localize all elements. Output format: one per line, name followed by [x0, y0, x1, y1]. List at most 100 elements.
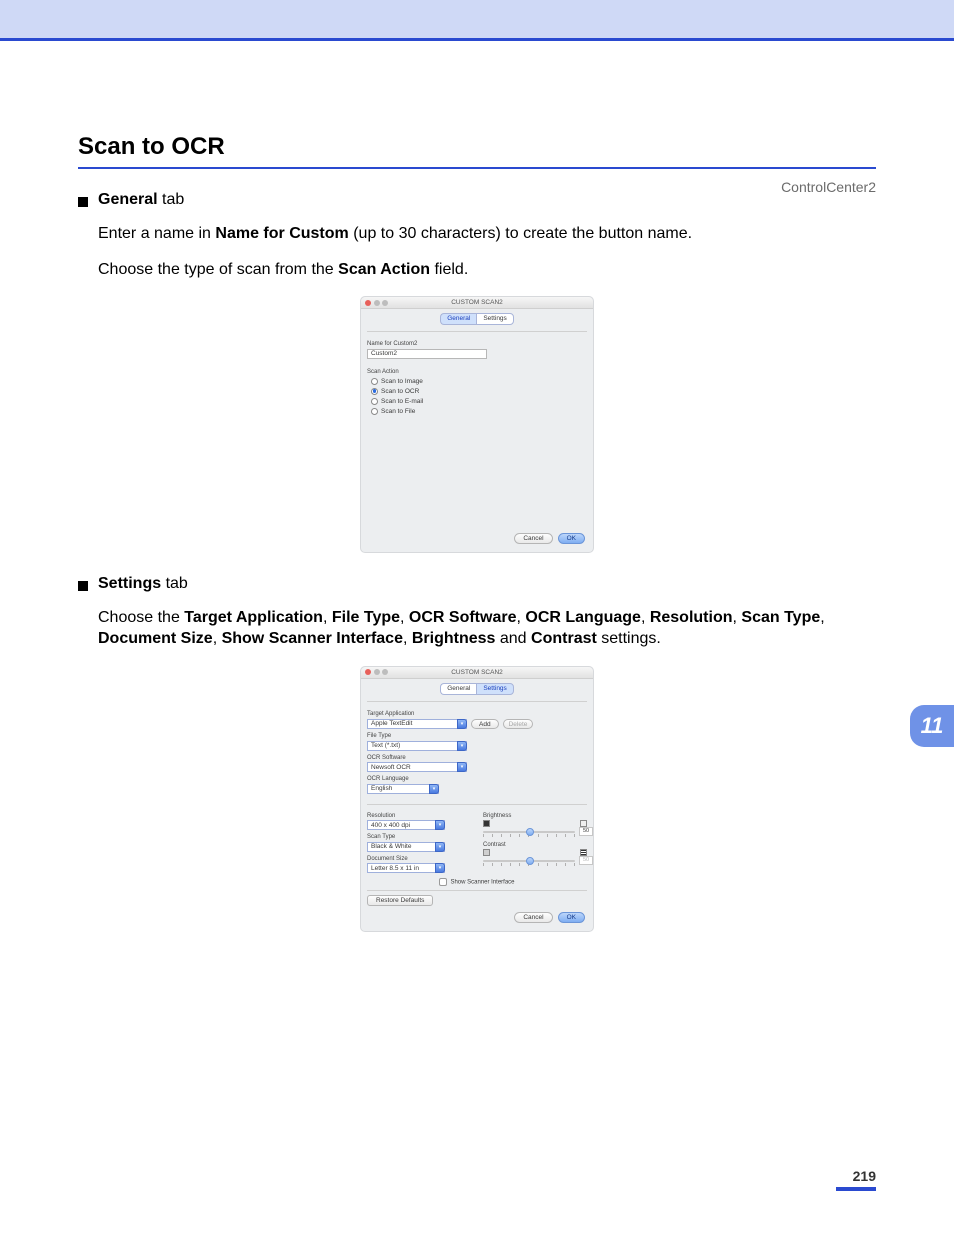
name-for-custom-input[interactable]: Custom2 — [367, 349, 487, 359]
chevron-updown-icon: ▾ — [435, 820, 445, 830]
divider — [367, 890, 587, 891]
contrast-value: 50 — [579, 856, 593, 865]
tab-general[interactable]: General — [440, 683, 476, 695]
bullet-settings-suffix: tab — [161, 575, 188, 592]
show-scanner-row[interactable]: Show Scanner Interface — [367, 878, 587, 886]
ocr-software-select[interactable]: Newsoft OCR▾ — [367, 762, 467, 772]
chapter-side-tab: 11 — [910, 705, 954, 747]
close-icon[interactable] — [365, 669, 371, 675]
t: Choose the — [98, 609, 184, 626]
bullet-general-text: General tab — [98, 191, 184, 209]
resolution-label: Resolution — [367, 813, 471, 819]
section-title-rule — [78, 167, 876, 169]
brightness-low-icon — [483, 820, 490, 827]
restore-defaults-button[interactable]: Restore Defaults — [367, 895, 433, 906]
t: Choose the type of scan from the — [98, 261, 338, 278]
radio-scan-to-ocr[interactable]: Scan to OCR — [371, 388, 587, 395]
section-title: Scan to OCR — [78, 133, 876, 161]
close-icon[interactable] — [365, 300, 371, 306]
chevron-updown-icon: ▾ — [457, 741, 467, 751]
scan-type-select[interactable]: Black & White ▾ — [367, 842, 445, 852]
file-type-select[interactable]: Text (*.txt)▾ — [367, 741, 467, 751]
page-number-bar — [836, 1187, 876, 1191]
square-bullet-icon — [78, 581, 88, 591]
radio-icon — [371, 388, 378, 395]
tab-general[interactable]: General — [440, 313, 476, 325]
t: Scan to File — [381, 408, 415, 415]
t: English — [371, 785, 392, 792]
add-button[interactable]: Add — [471, 719, 499, 729]
target-app-label: Target Application — [367, 711, 587, 717]
dialog2-tabs: General Settings — [361, 683, 593, 695]
scan-type-label: Scan Type — [367, 834, 471, 840]
dialog2-footer: Cancel OK — [369, 912, 585, 923]
dialog2-panel: Target Application Apple TextEdit ▾ Add D… — [367, 701, 587, 907]
header-product: ControlCenter2 — [781, 179, 876, 195]
t: , — [323, 609, 332, 626]
cancel-button[interactable]: Cancel — [514, 533, 552, 544]
tab-settings[interactable]: Settings — [476, 683, 514, 695]
t: , — [400, 609, 409, 626]
ocr-language-select[interactable]: English▾ — [367, 784, 439, 794]
radio-scan-to-image[interactable]: Scan to Image — [371, 378, 587, 385]
bullet-general-bold: General — [98, 191, 158, 208]
top-rule — [0, 38, 954, 41]
contrast-slider[interactable]: 50 — [483, 857, 575, 865]
t: , — [403, 630, 412, 647]
dialog1-footer: Cancel OK — [369, 533, 585, 544]
dialog-settings-screenshot: CUSTOM SCAN2 General Settings Target App… — [360, 666, 594, 933]
bullet-general-suffix: tab — [158, 191, 185, 208]
t: 400 x 400 dpi — [371, 822, 410, 829]
t: Scan to E-mail — [381, 398, 423, 405]
page-number-block: 219 — [836, 1168, 876, 1191]
zoom-icon[interactable] — [382, 669, 388, 675]
t: Black & White — [371, 843, 411, 850]
t: Apple TextEdit — [371, 720, 412, 727]
zoom-icon[interactable] — [382, 300, 388, 306]
delete-button[interactable]: Delete — [503, 719, 534, 729]
name-for-custom-label: Name for Custom2 — [367, 341, 587, 347]
chevron-updown-icon: ▾ — [457, 719, 467, 729]
general-p2: Choose the type of scan from the Scan Ac… — [98, 259, 876, 281]
contrast-low-icon — [483, 849, 490, 856]
dialog1-tabs: General Settings — [361, 313, 593, 325]
t: and — [495, 630, 531, 647]
t: Show Scanner Interface — [222, 630, 403, 647]
brightness-label: Brightness — [483, 813, 587, 819]
brightness-slider[interactable]: 50 — [483, 828, 575, 836]
radio-icon — [371, 398, 378, 405]
show-scanner-label: Show Scanner Interface — [450, 880, 514, 886]
bullet-settings: Settings tab — [78, 575, 876, 593]
t: Resolution — [650, 609, 733, 626]
t: Document Size — [98, 630, 213, 647]
resolution-select[interactable]: 400 x 400 dpi ▾ — [367, 820, 445, 830]
chevron-updown-icon: ▾ — [435, 863, 445, 873]
ok-button[interactable]: OK — [558, 912, 585, 923]
t: (up to 30 characters) to create the butt… — [349, 225, 692, 242]
t: Name for Custom — [215, 225, 348, 242]
general-p1: Enter a name in Name for Custom (up to 3… — [98, 223, 876, 245]
t: field. — [430, 261, 468, 278]
chevron-updown-icon: ▾ — [457, 762, 467, 772]
t: Custom2 — [371, 350, 397, 357]
chevron-updown-icon: ▾ — [435, 842, 445, 852]
radio-icon — [371, 408, 378, 415]
ok-button[interactable]: OK — [558, 533, 585, 544]
radio-scan-to-email[interactable]: Scan to E-mail — [371, 398, 587, 405]
t: Target Application — [184, 609, 323, 626]
tab-settings[interactable]: Settings — [476, 313, 514, 325]
settings-p: Choose the Target Application, File Type… — [98, 607, 876, 650]
page-body: ControlCenter2 Scan to OCR General tab E… — [0, 133, 954, 932]
document-size-select[interactable]: Letter 8.5 x 11 in▾ — [367, 863, 445, 873]
dialog1-title: CUSTOM SCAN2 — [451, 299, 503, 306]
cancel-button[interactable]: Cancel — [514, 912, 552, 923]
minimize-icon[interactable] — [374, 300, 380, 306]
contrast-high-icon — [580, 849, 587, 856]
dialog2-title: CUSTOM SCAN2 — [451, 669, 503, 676]
radio-scan-to-file[interactable]: Scan to File — [371, 408, 587, 415]
minimize-icon[interactable] — [374, 669, 380, 675]
file-type-label: File Type — [367, 733, 587, 739]
bullet-general: General tab — [78, 191, 876, 209]
target-app-select[interactable]: Apple TextEdit ▾ — [367, 719, 467, 729]
ocr-software-label: OCR Software — [367, 755, 587, 761]
